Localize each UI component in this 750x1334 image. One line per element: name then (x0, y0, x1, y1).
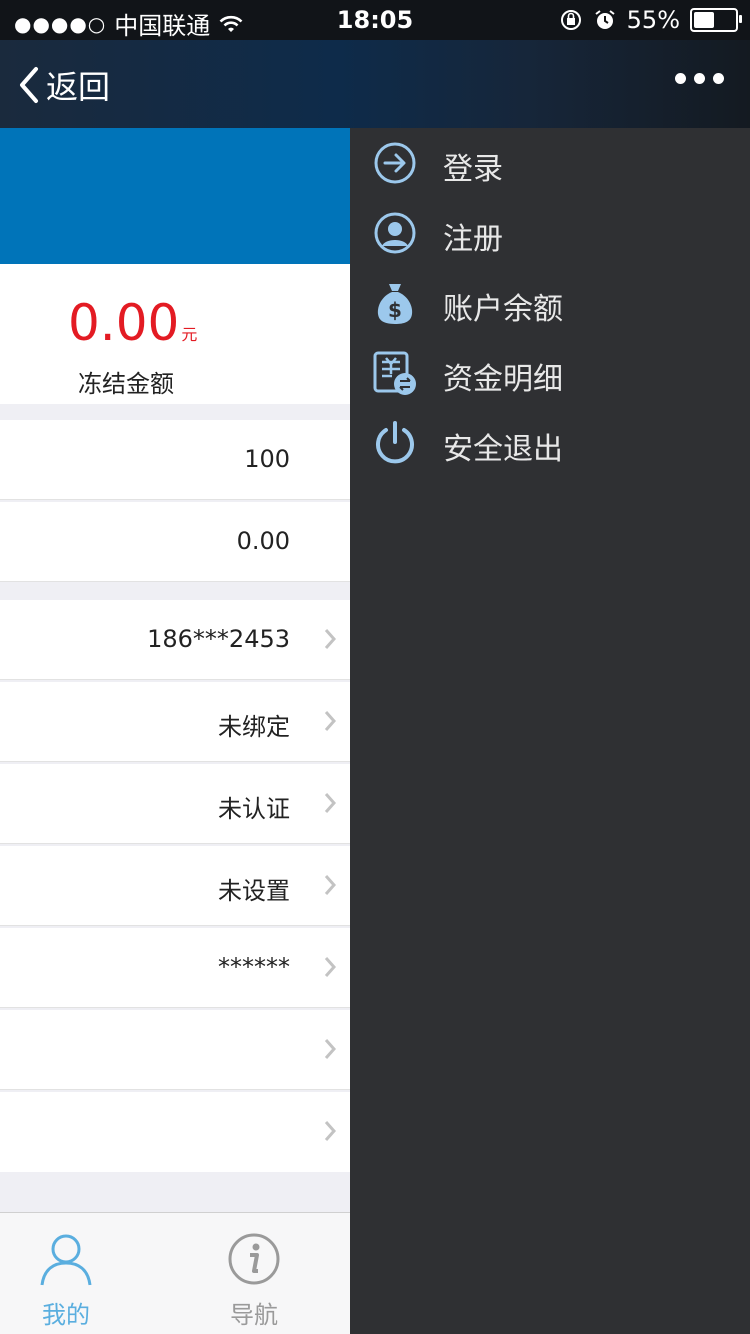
chevron-right-icon (324, 1121, 337, 1141)
more-dot-icon (713, 73, 724, 84)
chevron-right-icon (324, 629, 337, 649)
tab-label: 我的 (42, 1301, 90, 1329)
list-item-phone[interactable]: 186***2453 (0, 600, 350, 680)
chevron-right-icon (324, 711, 337, 731)
tab-bar: 我的 导航 (0, 1212, 350, 1334)
more-dot-icon (694, 73, 705, 84)
list-item-bind[interactable]: 未绑定 (0, 682, 350, 762)
tab-label: 导航 (230, 1301, 278, 1329)
list-item-value: 186***2453 (147, 625, 290, 653)
frozen-amount-card: 0.00 元 冻结金额 (0, 264, 350, 404)
menu-item-label: 资金明细 (443, 362, 563, 397)
menu-item-label: 注册 (443, 222, 503, 257)
list-item-password[interactable]: ****** (0, 928, 350, 1008)
power-icon (376, 421, 414, 464)
list-item-value: 0.00 (236, 527, 290, 555)
list-item-value: 未设置 (218, 877, 290, 905)
frozen-amount-number: 0.00 (68, 294, 180, 352)
chevron-right-icon (324, 957, 337, 977)
menu-item-logout[interactable]: 安全退出 (350, 408, 750, 478)
register-user-icon (374, 212, 416, 254)
battery-icon (690, 8, 742, 32)
nav-bar: 返回 (0, 40, 750, 128)
list-item-value: 100 (244, 445, 290, 473)
back-label: 返回 (46, 68, 111, 106)
more-menu-button[interactable] (675, 73, 724, 84)
info-icon (228, 1233, 280, 1285)
login-arrow-icon (374, 142, 416, 184)
tab-mine[interactable]: 我的 (6, 1231, 126, 1330)
user-icon (40, 1234, 92, 1286)
menu-item-register[interactable]: 注册 (350, 198, 750, 268)
list-item-value: ****** (218, 953, 290, 981)
battery-fill (694, 12, 714, 28)
side-drawer-menu: 登录 注册 $ 账户余额 资金明细 安全退出 (350, 128, 750, 1334)
list-item[interactable] (0, 1010, 350, 1090)
frozen-amount-value: 0.00 元 (68, 294, 197, 352)
list-item-value: 未绑定 (218, 713, 290, 741)
chevron-right-icon (324, 875, 337, 895)
battery-percent: 55% (626, 6, 680, 34)
list-item-value: 未认证 (218, 795, 290, 823)
list-item: 0.00 (0, 502, 350, 582)
menu-item-label: 登录 (443, 152, 503, 187)
menu-item-fund-detail[interactable]: 资金明细 (350, 338, 750, 408)
status-right: 55% (559, 6, 742, 34)
chevron-right-icon (324, 793, 337, 813)
back-button[interactable]: 返回 (18, 62, 110, 108)
svg-text:$: $ (388, 298, 402, 322)
chevron-right-icon (324, 1039, 337, 1059)
list-item-setting[interactable]: 未设置 (0, 846, 350, 926)
list-item[interactable] (0, 1092, 350, 1172)
rotation-lock-icon (560, 10, 581, 30)
frozen-amount-label: 冻结金额 (78, 370, 174, 398)
status-bar: ●●●●○ 中国联通 18:05 55% (0, 0, 750, 40)
list-item-verify[interactable]: 未认证 (0, 764, 350, 844)
more-dot-icon (675, 73, 686, 84)
menu-item-label: 账户余额 (443, 292, 563, 327)
chevron-left-icon (20, 67, 38, 103)
money-bag-icon: $ (377, 284, 413, 324)
list-item: 100 (0, 420, 350, 500)
account-page: 0.00 元 冻结金额 100 0.00 186***2453 未绑定 未认证 未… (0, 128, 350, 1334)
menu-item-balance[interactable]: $ 账户余额 (350, 268, 750, 338)
header-banner (0, 128, 350, 264)
fund-detail-icon (373, 351, 416, 395)
alarm-clock-icon (595, 10, 615, 29)
menu-item-label: 安全退出 (443, 432, 563, 467)
tab-navigation[interactable]: 导航 (194, 1231, 314, 1330)
menu-item-login[interactable]: 登录 (350, 128, 750, 198)
frozen-amount-unit: 元 (181, 325, 198, 344)
